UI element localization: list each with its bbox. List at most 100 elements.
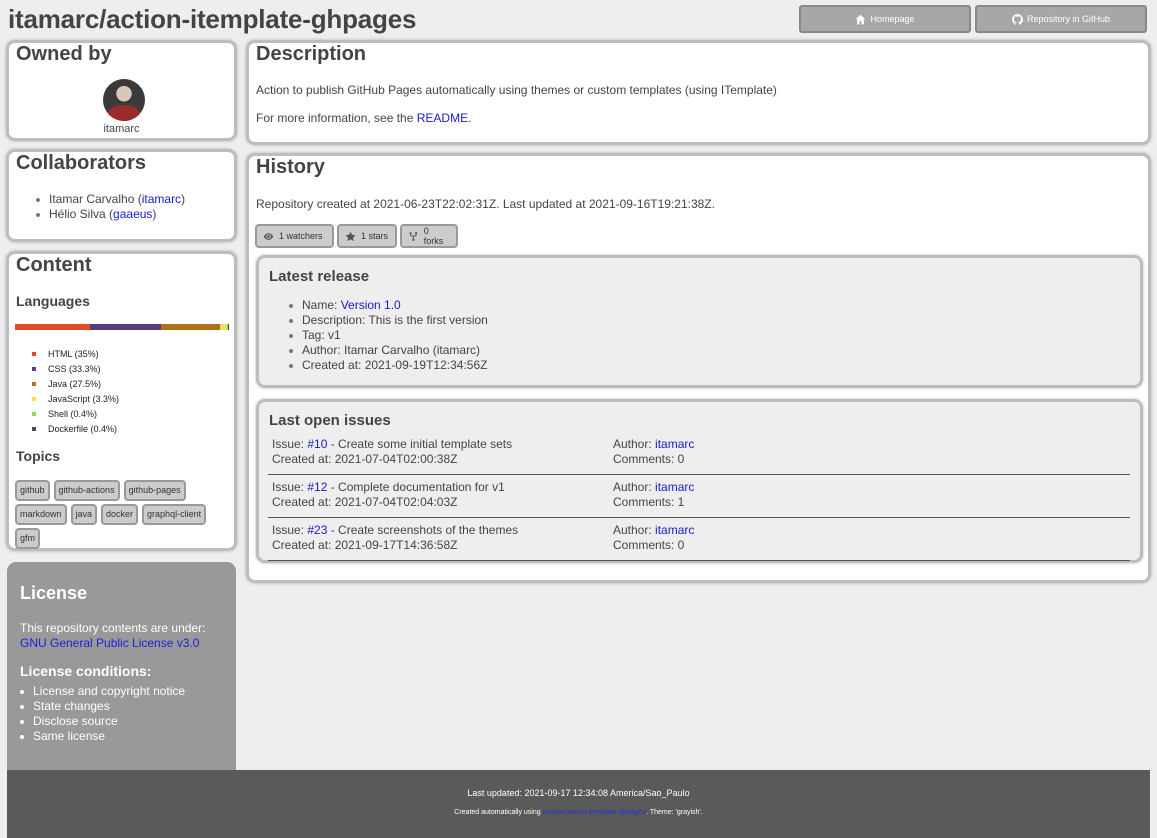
language-label: Dockerfile (0.4%) bbox=[48, 424, 118, 434]
topic-tag[interactable]: markdown bbox=[15, 504, 67, 525]
language-item: JavaScript (3.3%) bbox=[29, 392, 119, 407]
issue-row: Issue: #23 - Create screenshots of the t… bbox=[268, 518, 1130, 561]
watchers-badge[interactable]: 1 watchers bbox=[255, 224, 334, 248]
issue-number-link[interactable]: #12 bbox=[307, 480, 327, 494]
language-bar-segment bbox=[227, 324, 229, 330]
eye-icon bbox=[263, 232, 274, 240]
topic-tag[interactable]: docker bbox=[101, 504, 139, 525]
language-label: HTML (35%) bbox=[48, 349, 99, 359]
description-text: Action to publish GitHub Pages automatic… bbox=[256, 83, 777, 97]
issue-title: Issue: #23 - Create screenshots of the t… bbox=[272, 523, 519, 537]
forks-badge[interactable]: 0 forks bbox=[400, 224, 458, 248]
owner-heading: Owned by bbox=[16, 43, 112, 65]
language-item: Dockerfile (0.4%) bbox=[29, 422, 119, 437]
issue-title: Issue: #10 - Create some initial templat… bbox=[272, 437, 513, 451]
issues-heading: Last open issues bbox=[269, 412, 391, 429]
topic-tag[interactable]: github-pages bbox=[123, 480, 186, 501]
collaborator-item: Hélio Silva (gaaeus) bbox=[32, 207, 185, 222]
languages-list: HTML (35%) CSS (33.3%) Java (27.5%) JavaScr… bbox=[29, 347, 119, 437]
language-color-swatch bbox=[32, 427, 36, 431]
footer-action-link[interactable]: itamarc/action-itemplate-ghpages bbox=[543, 809, 647, 816]
license-condition: Disclose source bbox=[16, 714, 185, 729]
release-details: Name: Version 1.0 Description: This is t… bbox=[285, 298, 488, 373]
topic-tag[interactable]: java bbox=[70, 504, 98, 525]
languages-heading: Languages bbox=[16, 293, 90, 309]
license-link[interactable]: GNU General Public License v3.0 bbox=[20, 636, 199, 650]
license-conditions-heading: License conditions: bbox=[20, 663, 152, 679]
issue-created: Created at: 2021-07-04T02:04:03Z bbox=[272, 495, 458, 509]
license-intro: This repository contents are under: bbox=[20, 621, 206, 635]
history-card: History Repository created at 2021-06-23… bbox=[246, 153, 1151, 583]
issue-author: Author: itamarc bbox=[613, 437, 695, 451]
description-heading: Description bbox=[256, 43, 367, 65]
star-icon bbox=[345, 231, 356, 241]
collaborator-login-link[interactable]: gaaeus bbox=[113, 207, 152, 221]
open-issues-card: Last open issues Issue: #10 - Create som… bbox=[256, 399, 1143, 563]
readme-link[interactable]: README bbox=[417, 111, 468, 125]
content-heading: Content bbox=[16, 254, 92, 276]
release-author: Author: Itamar Carvalho (itamarc) bbox=[285, 343, 488, 358]
history-heading: History bbox=[256, 156, 325, 178]
collaborator-login-link[interactable]: itamarc bbox=[142, 192, 181, 206]
topic-tag[interactable]: graphql-client bbox=[142, 504, 207, 525]
license-text: This repository contents are under: GNU … bbox=[20, 621, 205, 651]
release-name-link[interactable]: Version 1.0 bbox=[341, 298, 401, 312]
issue-number-link[interactable]: #10 bbox=[307, 437, 327, 451]
license-condition: License and copyright notice bbox=[16, 684, 185, 699]
description-card: Description Action to publish GitHub Pag… bbox=[246, 40, 1151, 145]
collaborator-item: Itamar Carvalho (itamarc) bbox=[32, 192, 185, 207]
issue-row: Issue: #12 - Complete documentation for … bbox=[268, 475, 1130, 518]
owner-avatar[interactable] bbox=[103, 79, 145, 121]
languages-bar bbox=[15, 324, 229, 330]
stars-count: 1 stars bbox=[361, 231, 389, 241]
github-icon bbox=[1011, 13, 1023, 25]
issue-author-link[interactable]: itamarc bbox=[655, 523, 694, 537]
language-item: Java (27.5%) bbox=[29, 377, 119, 392]
issue-author-link[interactable]: itamarc bbox=[655, 480, 694, 494]
description-more: For more information, see the README. bbox=[256, 111, 472, 125]
language-label: Shell (0.4%) bbox=[48, 409, 98, 419]
issue-title: Issue: #12 - Complete documentation for … bbox=[272, 480, 505, 494]
issue-author-link[interactable]: itamarc bbox=[655, 437, 694, 451]
license-condition: State changes bbox=[16, 699, 185, 714]
issue-created: Created at: 2021-09-17T14:36:58Z bbox=[272, 538, 458, 552]
release-tag: Tag: v1 bbox=[285, 328, 488, 343]
issue-created: Created at: 2021-07-04T02:00:38Z bbox=[272, 452, 458, 466]
repository-github-button[interactable]: Repository in GitHub bbox=[975, 5, 1147, 33]
license-heading: License bbox=[20, 583, 88, 603]
license-card: License This repository contents are und… bbox=[7, 562, 236, 770]
language-bar-segment bbox=[219, 324, 228, 330]
fork-icon bbox=[409, 231, 418, 241]
homepage-button-label: Homepage bbox=[870, 14, 915, 24]
owner-login-link[interactable]: itamarc bbox=[9, 123, 234, 135]
language-color-swatch bbox=[32, 382, 36, 386]
collaborators-heading: Collaborators bbox=[16, 152, 147, 174]
latest-release-card: Latest release Name: Version 1.0 Descrip… bbox=[256, 255, 1143, 388]
stars-badge[interactable]: 1 stars bbox=[337, 224, 397, 248]
language-bar-segment bbox=[89, 324, 162, 330]
issue-author: Author: itamarc bbox=[613, 523, 695, 537]
topic-tag[interactable]: github bbox=[15, 480, 50, 501]
homepage-button[interactable]: Homepage bbox=[799, 5, 971, 33]
language-bar-segment bbox=[15, 324, 90, 330]
topics-heading: Topics bbox=[16, 448, 61, 464]
release-created: Created at: 2021-09-19T12:34:56Z bbox=[285, 358, 488, 373]
history-dates: Repository created at 2021-06-23T22:02:3… bbox=[256, 197, 715, 211]
topic-tag[interactable]: github-actions bbox=[53, 480, 120, 501]
language-bar-segment bbox=[161, 324, 220, 330]
issue-number-link[interactable]: #23 bbox=[307, 523, 327, 537]
issue-comments: Comments: 0 bbox=[613, 452, 685, 466]
repository-button-label: Repository in GitHub bbox=[1026, 14, 1111, 24]
issue-row: Issue: #10 - Create some initial templat… bbox=[268, 432, 1130, 475]
release-name: Name: Version 1.0 bbox=[285, 298, 488, 313]
home-icon bbox=[856, 14, 866, 24]
page-title: itamarc/action-itemplate-ghpages bbox=[8, 4, 417, 34]
language-color-swatch bbox=[32, 352, 36, 356]
release-heading: Latest release bbox=[269, 268, 370, 285]
collaborators-list: Itamar Carvalho (itamarc) Hélio Silva (g… bbox=[32, 192, 185, 222]
watchers-count: 1 watchers bbox=[279, 231, 323, 241]
language-item: Shell (0.4%) bbox=[29, 407, 119, 422]
language-label: JavaScript (3.3%) bbox=[48, 394, 120, 404]
topic-tag[interactable]: gfm bbox=[15, 528, 41, 549]
content-card: Content Languages HTML (35%) CSS (33.3%) J… bbox=[6, 251, 237, 551]
